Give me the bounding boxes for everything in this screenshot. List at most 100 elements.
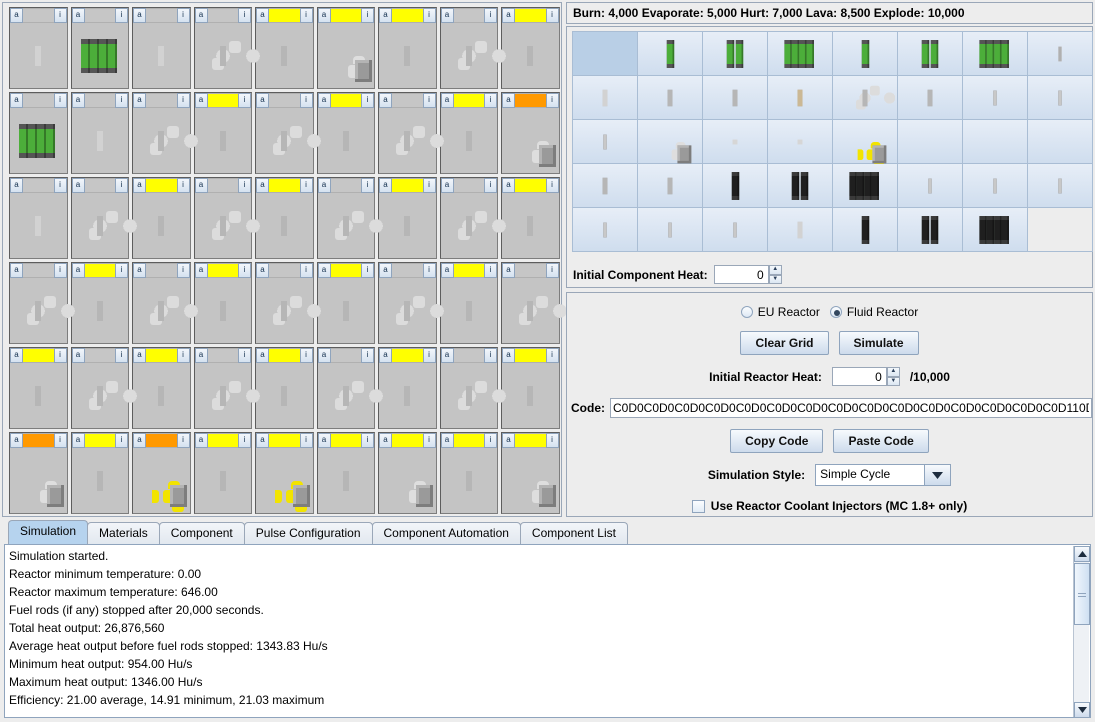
palette-item-thorium-fuel-rod-quad[interactable] (833, 164, 898, 208)
reactor-cell-13[interactable]: ai (254, 91, 316, 176)
cell-info-button[interactable]: i (238, 8, 251, 23)
cell-auto-button[interactable]: a (256, 178, 269, 193)
cell-auto-button[interactable]: a (10, 8, 23, 23)
reactor-cell-29[interactable]: ai (131, 261, 193, 346)
cell-auto-button[interactable]: a (441, 263, 454, 278)
cell-info-button[interactable]: i (115, 263, 128, 278)
cell-auto-button[interactable]: a (502, 178, 515, 193)
coolant-injectors-checkbox[interactable] (692, 500, 705, 513)
cell-auto-button[interactable]: a (72, 93, 85, 108)
reactor-cell-2[interactable]: ai (131, 6, 193, 91)
cell-info-button[interactable]: i (361, 263, 374, 278)
cell-body[interactable] (256, 193, 313, 258)
radio-eu-dot-icon[interactable] (741, 306, 753, 318)
cell-info-button[interactable]: i (361, 93, 374, 108)
reactor-cell-12[interactable]: ai (193, 91, 255, 176)
cell-auto-button[interactable]: a (441, 348, 454, 363)
cell-body[interactable] (72, 278, 129, 343)
cell-auto-button[interactable]: a (72, 433, 85, 448)
cell-auto-button[interactable]: a (133, 263, 146, 278)
cell-body[interactable] (195, 193, 252, 258)
cell-auto-button[interactable]: a (195, 93, 208, 108)
cell-body[interactable] (318, 363, 375, 428)
cell-info-button[interactable]: i (300, 263, 313, 278)
palette-item-coolant-cell-10k[interactable] (963, 76, 1028, 120)
cell-body[interactable] (379, 108, 436, 173)
cell-auto-button[interactable]: a (10, 433, 23, 448)
cell-auto-button[interactable]: a (318, 348, 331, 363)
reactor-cell-4[interactable]: ai (254, 6, 316, 91)
reactor-cell-44[interactable]: ai (500, 346, 562, 431)
reactor-cell-6[interactable]: ai (377, 6, 439, 91)
palette-item-advanced-heat-vent[interactable] (703, 76, 768, 120)
palette-item-coolant-cell-yellow-medium[interactable] (963, 164, 1028, 208)
cell-body[interactable] (256, 108, 313, 173)
radio-fluid-dot-icon[interactable] (830, 306, 842, 318)
palette-item-uranium-fuel-rod-dual[interactable] (703, 32, 768, 76)
cell-auto-button[interactable]: a (195, 8, 208, 23)
palette-item-overclocked-heat-vent[interactable] (898, 76, 963, 120)
initial-reactor-heat-input[interactable] (832, 367, 887, 386)
cell-auto-button[interactable]: a (195, 178, 208, 193)
cell-info-button[interactable]: i (423, 93, 436, 108)
initial-component-heat-input[interactable] (714, 265, 769, 284)
cell-auto-button[interactable]: a (318, 93, 331, 108)
cell-auto-button[interactable]: a (441, 93, 454, 108)
palette-item-depleted-fuel-rod-dual[interactable] (898, 208, 963, 252)
cell-auto-button[interactable]: a (10, 178, 23, 193)
cell-body[interactable] (195, 448, 252, 513)
reactor-cell-11[interactable]: ai (131, 91, 193, 176)
initial-reactor-heat-stepper[interactable]: ▲ ▼ (832, 367, 900, 386)
palette-item-heat-exchanger[interactable] (573, 76, 638, 120)
cell-auto-button[interactable]: a (502, 93, 515, 108)
cell-info-button[interactable]: i (115, 433, 128, 448)
palette-item-iridium-neutron-reflector[interactable] (703, 120, 768, 164)
cell-body[interactable] (10, 448, 67, 513)
reactor-cell-53[interactable]: ai (500, 431, 562, 516)
clear-grid-button[interactable]: Clear Grid (740, 331, 828, 355)
cell-info-button[interactable]: i (300, 348, 313, 363)
cell-info-button[interactable]: i (546, 348, 559, 363)
reactor-cell-40[interactable]: ai (254, 346, 316, 431)
cell-body[interactable] (318, 108, 375, 173)
reactor-cell-8[interactable]: ai (500, 6, 562, 91)
palette-item-depleted-fuel-rod-single[interactable] (833, 208, 898, 252)
cell-info-button[interactable]: i (546, 8, 559, 23)
scrollbar-thumb[interactable] (1074, 563, 1090, 625)
cell-info-button[interactable]: i (484, 93, 497, 108)
cell-body[interactable] (256, 363, 313, 428)
cell-body[interactable] (195, 108, 252, 173)
cell-info-button[interactable]: i (54, 348, 67, 363)
cell-body[interactable] (502, 23, 559, 88)
reactor-cell-30[interactable]: ai (193, 261, 255, 346)
reactor-cell-18[interactable]: ai (8, 176, 70, 261)
cell-auto-button[interactable]: a (441, 433, 454, 448)
reactor-cell-22[interactable]: ai (254, 176, 316, 261)
cell-auto-button[interactable]: a (133, 93, 146, 108)
palette-item-coolant-cell-green-medium[interactable] (638, 208, 703, 252)
cell-auto-button[interactable]: a (256, 348, 269, 363)
palette-item-uranium-fuel-rod-single[interactable] (638, 32, 703, 76)
cell-body[interactable] (318, 23, 375, 88)
cell-body[interactable] (502, 193, 559, 258)
palette-item-thorium-fuel-rod-single[interactable] (703, 164, 768, 208)
cell-auto-button[interactable]: a (318, 178, 331, 193)
cell-auto-button[interactable]: a (72, 178, 85, 193)
cell-info-button[interactable]: i (177, 178, 190, 193)
cell-body[interactable] (10, 108, 67, 173)
cell-auto-button[interactable]: a (10, 348, 23, 363)
cell-info-button[interactable]: i (423, 178, 436, 193)
palette-item-coolant-cell-green-large[interactable] (703, 208, 768, 252)
tab-component[interactable]: Component (159, 522, 245, 544)
cell-info-button[interactable]: i (546, 93, 559, 108)
cell-info-button[interactable]: i (484, 433, 497, 448)
cell-auto-button[interactable]: a (133, 348, 146, 363)
copy-code-button[interactable]: Copy Code (730, 429, 823, 453)
cell-auto-button[interactable]: a (441, 178, 454, 193)
cell-info-button[interactable]: i (300, 178, 313, 193)
cell-auto-button[interactable]: a (72, 8, 85, 23)
cell-body[interactable] (10, 278, 67, 343)
palette-item-heat-capacity-reactor-plating[interactable] (1028, 120, 1093, 164)
cell-info-button[interactable]: i (546, 433, 559, 448)
cell-auto-button[interactable]: a (318, 263, 331, 278)
